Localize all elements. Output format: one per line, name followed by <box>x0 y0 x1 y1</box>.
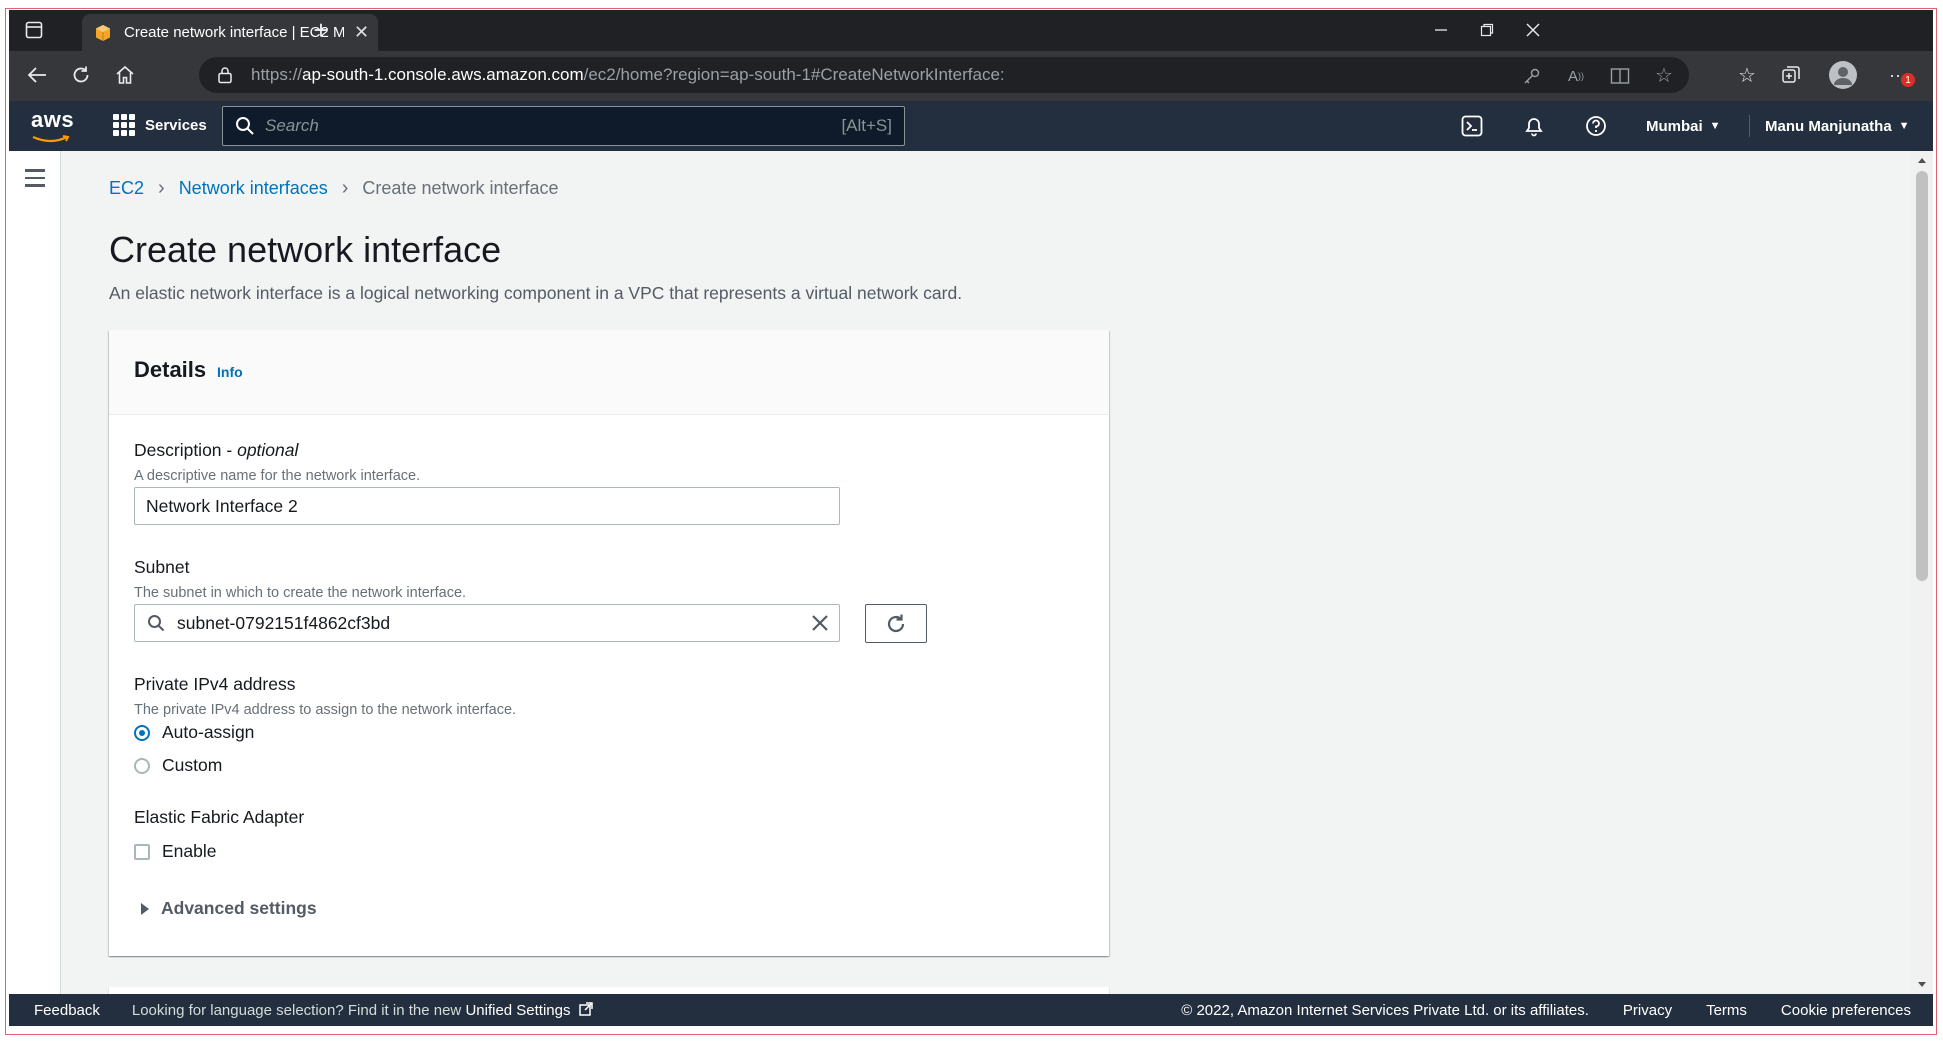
account-menu[interactable]: Manu Manjunatha ▼ <box>1765 101 1910 151</box>
console-body: EC2 › Network interfaces › Create networ… <box>9 151 1933 997</box>
more-menu-icon[interactable]: ··· 1 <box>1883 63 1915 87</box>
restore-icon[interactable] <box>1475 18 1499 42</box>
profile-avatar[interactable] <box>1829 61 1857 89</box>
scrollbar-thumb[interactable] <box>1916 171 1928 581</box>
breadcrumb-ec2[interactable]: EC2 <box>109 178 144 199</box>
advanced-settings-toggle[interactable]: Advanced settings <box>141 898 317 919</box>
back-icon[interactable] <box>25 63 49 87</box>
info-link[interactable]: Info <box>217 364 243 380</box>
browser-tabbar: Create network interface | EC2 M ✕ + <box>9 10 1933 51</box>
region-selector[interactable]: Mumbai ▼ <box>1646 101 1721 151</box>
lock-icon[interactable] <box>217 66 233 84</box>
aws-logo[interactable]: aws <box>31 109 74 148</box>
scroll-up-arrow-icon[interactable] <box>1911 153 1933 167</box>
scroll-down-arrow-icon[interactable] <box>1911 978 1933 992</box>
aws-top-nav: aws Services Search [Alt+S] Mumbai ▼ Man… <box>9 101 1933 151</box>
collections-icon[interactable] <box>1779 63 1803 87</box>
side-navigation <box>9 151 61 994</box>
url-text: https://ap-south-1.console.aws.amazon.co… <box>251 65 1005 84</box>
copyright-text: © 2022, Amazon Internet Services Private… <box>1181 1001 1589 1019</box>
caret-down-icon: ▼ <box>1898 120 1910 132</box>
minimize-icon[interactable] <box>1429 18 1453 42</box>
radio-button[interactable] <box>134 757 150 774</box>
refresh-subnets-button[interactable] <box>865 604 927 643</box>
ipv4-hint: The private IPv4 address to assign to th… <box>134 702 517 718</box>
close-tab-icon[interactable]: ✕ <box>354 22 369 43</box>
notification-badge: 1 <box>1901 73 1915 87</box>
breadcrumb: EC2 › Network interfaces › Create networ… <box>109 177 559 200</box>
search-icon <box>236 117 254 135</box>
external-link-icon <box>578 1001 593 1016</box>
browser-tab-active[interactable]: Create network interface | EC2 M ✕ <box>82 14 378 51</box>
search-icon <box>148 615 165 632</box>
subnet-autosuggest-input[interactable]: subnet-0792151f4862cf3bd <box>134 604 840 642</box>
subnet-label: Subnet <box>134 557 190 577</box>
nav-divider <box>1749 115 1750 137</box>
description-input[interactable]: Network Interface 2 <box>134 487 840 525</box>
console-footer: Feedback Looking for language selection?… <box>9 994 1933 1026</box>
details-heading: Details <box>134 357 207 382</box>
efa-enable-checkbox[interactable] <box>134 843 150 860</box>
caret-right-icon <box>141 902 149 915</box>
details-panel: Details Info Description - optional A de… <box>109 330 1109 956</box>
description-hint: A descriptive name for the network inter… <box>134 468 421 484</box>
efa-label: Elastic Fabric Adapter <box>134 807 305 827</box>
chevron-right-icon: › <box>158 177 165 199</box>
close-window-icon[interactable] <box>1521 18 1545 42</box>
refresh-icon[interactable] <box>69 63 93 87</box>
key-icon[interactable] <box>1521 65 1543 87</box>
breadcrumb-current: Create network interface <box>362 178 559 198</box>
help-icon[interactable] <box>1585 101 1607 151</box>
read-aloud-icon[interactable]: A)) <box>1565 65 1587 87</box>
aws-box-favicon-icon <box>96 24 110 41</box>
language-notice: Looking for language selection? Find it … <box>132 1002 593 1019</box>
radio-auto-assign[interactable]: Auto-assign <box>134 722 254 743</box>
chevron-right-icon: › <box>341 177 349 199</box>
home-icon[interactable] <box>113 63 137 87</box>
unified-settings-link[interactable]: Unified Settings <box>465 1002 570 1019</box>
aws-search-input[interactable]: Search [Alt+S] <box>222 106 905 146</box>
favorite-add-icon[interactable]: ☆ <box>1653 64 1675 87</box>
favorites-icon[interactable]: ☆ <box>1735 63 1759 87</box>
services-menu-button[interactable]: Services <box>113 114 207 136</box>
details-header: Details Info <box>109 330 1109 415</box>
cloudshell-icon[interactable] <box>1461 101 1483 151</box>
notifications-bell-icon[interactable] <box>1523 101 1545 151</box>
feedback-link[interactable]: Feedback <box>34 1002 100 1019</box>
terms-link[interactable]: Terms <box>1706 1002 1747 1019</box>
breadcrumb-network-interfaces[interactable]: Network interfaces <box>179 178 328 199</box>
refresh-icon <box>887 614 905 632</box>
grid-icon <box>113 114 135 136</box>
privacy-link[interactable]: Privacy <box>1623 1002 1672 1019</box>
efa-enable-checkbox-row[interactable]: Enable <box>134 841 217 862</box>
aws-smile-icon <box>32 135 70 143</box>
new-tab-icon[interactable]: + <box>309 15 333 45</box>
address-bar[interactable]: https://ap-south-1.console.aws.amazon.co… <box>199 57 1689 93</box>
tab-actions-icon[interactable] <box>23 19 45 41</box>
immersive-reader-icon[interactable] <box>1609 65 1631 87</box>
page-scrollbar[interactable] <box>1911 151 1933 994</box>
page-title: Create network interface <box>109 229 502 270</box>
page-description: An elastic network interface is a logica… <box>109 283 963 303</box>
ipv4-label: Private IPv4 address <box>134 674 296 694</box>
radio-custom[interactable]: Custom <box>134 755 222 776</box>
cookie-preferences-link[interactable]: Cookie preferences <box>1781 1002 1911 1019</box>
clear-icon[interactable] <box>811 614 829 632</box>
subnet-hint: The subnet in which to create the networ… <box>134 585 467 601</box>
radio-button-selected[interactable] <box>134 724 150 741</box>
browser-toolbar: https://ap-south-1.console.aws.amazon.co… <box>9 51 1933 101</box>
description-label: Description - optional <box>134 440 299 460</box>
hamburger-menu-icon[interactable] <box>25 169 45 192</box>
caret-down-icon: ▼ <box>1709 120 1721 132</box>
